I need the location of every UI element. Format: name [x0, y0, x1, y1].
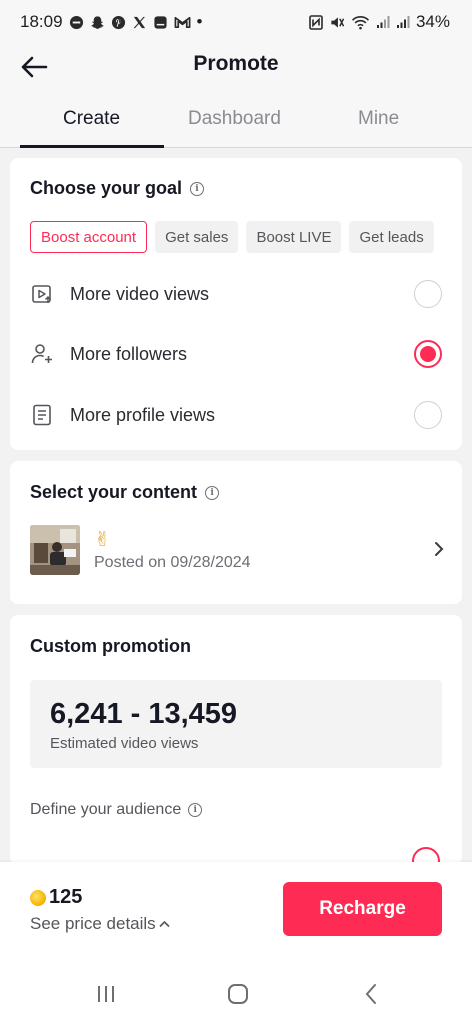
chevron-right-icon[interactable]	[434, 541, 444, 562]
system-nav-bar	[0, 962, 472, 1024]
goal-option-label: More video views	[70, 283, 210, 304]
status-dot: •	[196, 12, 203, 31]
info-icon[interactable]: i	[190, 181, 205, 196]
home-button[interactable]	[223, 982, 253, 1006]
promotion-card: Custom promotion 6,241 - 13,459 Estimate…	[10, 615, 462, 865]
mute-icon	[329, 15, 345, 30]
tab-bar: Create Dashboard Mine	[0, 90, 472, 148]
coin-balance: 125	[30, 886, 82, 909]
goal-card: Choose your goal i Boost account Get sal…	[10, 158, 462, 450]
home-icon	[228, 984, 248, 1004]
chip-boost-live[interactable]: Boost LIVE	[246, 221, 342, 253]
x-icon	[132, 15, 147, 30]
tab-mine[interactable]: Mine	[358, 108, 399, 130]
status-right: 34%	[309, 12, 450, 32]
content-heading: Select your content i	[30, 482, 220, 503]
estimate-box: 6,241 - 13,459 Estimated video views	[30, 680, 442, 768]
active-tab-indicator	[20, 145, 164, 148]
recents-icon	[98, 986, 114, 1002]
tab-dashboard[interactable]: Dashboard	[188, 108, 281, 130]
radio-button[interactable]	[414, 401, 442, 429]
tab-create[interactable]: Create	[63, 108, 120, 130]
goal-option-profile-views[interactable]: More profile views	[30, 395, 442, 435]
status-bar: 18:09 • 34%	[0, 0, 472, 44]
signal-icon	[376, 15, 390, 29]
snapchat-icon	[90, 15, 105, 30]
header: Promote	[0, 44, 472, 90]
add-follower-icon	[30, 342, 54, 366]
profile-doc-icon	[30, 403, 54, 427]
radio-button[interactable]	[414, 280, 442, 308]
goal-option-video-views[interactable]: More video views	[30, 274, 442, 314]
chip-get-sales[interactable]: Get sales	[155, 221, 239, 253]
chip-boost-account[interactable]: Boost account	[30, 221, 148, 253]
info-icon[interactable]: i	[205, 485, 220, 500]
radio-button-selected[interactable]	[414, 340, 442, 368]
chevron-up-icon	[159, 920, 170, 928]
chevron-left-icon	[365, 984, 376, 1004]
goal-heading: Choose your goal i	[30, 178, 205, 199]
price-details-label: See price details	[30, 914, 156, 933]
post-caption-emoji: ✌	[94, 529, 111, 551]
system-back-button[interactable]	[356, 982, 386, 1006]
pinterest-icon	[111, 15, 126, 30]
recharge-button[interactable]: Recharge	[283, 882, 442, 936]
audience-heading: Define your audience i	[30, 801, 203, 819]
coin-count: 125	[49, 886, 83, 908]
messenger-icon	[153, 15, 168, 30]
signal-icon	[396, 15, 410, 29]
recent-apps-button[interactable]	[91, 982, 121, 1006]
goal-option-label: More followers	[70, 343, 188, 364]
nfc-icon	[309, 14, 323, 30]
estimate-label: Estimated video views	[50, 735, 199, 752]
video-views-icon	[30, 282, 54, 306]
video-thumbnail	[30, 525, 80, 575]
goal-chips: Boost account Get sales Boost LIVE Get l…	[30, 221, 434, 253]
coin-icon	[30, 889, 46, 906]
promotion-title: Custom promotion	[30, 636, 191, 656]
gmail-icon	[174, 15, 191, 29]
audience-label: Define your audience	[30, 801, 182, 818]
minus-circle-icon	[69, 15, 84, 30]
goal-option-followers[interactable]: More followers	[30, 334, 442, 374]
posted-date: Posted on 09/28/2024	[94, 554, 251, 571]
content-card[interactable]: Select your content i ✌ Posted on 09/28/…	[10, 461, 462, 604]
battery-level: 34%	[415, 12, 450, 31]
content-title: Select your content	[30, 482, 198, 502]
chip-get-leads[interactable]: Get leads	[349, 221, 434, 253]
goal-title: Choose your goal	[30, 178, 183, 198]
status-time: 18:09	[20, 12, 63, 31]
info-icon[interactable]: i	[188, 803, 203, 817]
estimate-range: 6,241 - 13,459	[50, 698, 238, 730]
bottom-bar: 125 See price details Recharge	[0, 862, 472, 962]
wifi-icon	[351, 15, 370, 30]
status-left: 18:09 •	[20, 12, 203, 32]
price-details-toggle[interactable]: See price details	[30, 914, 170, 934]
goal-option-label: More profile views	[70, 404, 216, 425]
page-title: Promote	[193, 52, 279, 75]
